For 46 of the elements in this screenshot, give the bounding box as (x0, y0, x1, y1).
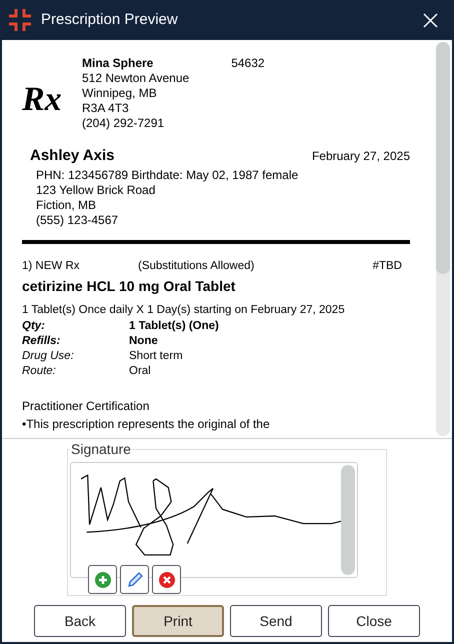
signature-pad[interactable] (70, 462, 358, 578)
window-title: Prescription Preview (41, 10, 178, 30)
patient-detail-line: 123 Yellow Brick Road (36, 182, 156, 198)
certification-text: •This prescription represents the original of the (22, 416, 271, 433)
clear-icon (158, 572, 174, 588)
field-label: Drug Use: (22, 349, 75, 364)
edit-button[interactable] (120, 565, 149, 594)
certification-heading: Practitioner Certification (22, 398, 150, 415)
patient-detail-line: PHN: 123456789 Birthdate: May 02, 1987 female (36, 168, 300, 182)
rx-number: 1) NEW Rx (22, 258, 80, 274)
field-value: None (129, 334, 158, 349)
prescriber-address-line: (204) 292-7291 (82, 116, 166, 131)
field-value: Short term (129, 349, 183, 364)
patient-name: Ashley Axis (30, 146, 114, 166)
field-label: Qty: (22, 319, 46, 334)
prescriber-name: Mina Sphere (82, 56, 154, 71)
patient-detail-line: Fiction, MB (36, 198, 98, 212)
signature-label: Signature (70, 441, 132, 457)
directions: 1 Tablet(s) Once daily X 1 Day(s) starting on February 27, 2025 (22, 302, 346, 318)
dialog-button[interactable]: Send (230, 605, 322, 637)
field-value: Oral (129, 364, 151, 379)
prescriber-address-line: R3A 4T3 (82, 101, 130, 116)
scrollbar[interactable] (436, 42, 450, 436)
plus-icon (94, 572, 110, 588)
drug-name: cetirizine HCL 10 mg Oral Tablet (22, 276, 236, 296)
pad-scrollbar[interactable] (341, 465, 355, 575)
prescriber-address-line: Winnipeg, MB (82, 86, 158, 101)
dialog-button[interactable]: Print (132, 605, 224, 637)
pencil-icon (126, 570, 144, 588)
rx-logo: Rx (22, 80, 63, 120)
scrollbar-thumb[interactable] (436, 42, 450, 274)
field-label: Refills: (22, 334, 62, 349)
prescription-date: February 27, 2025 (312, 148, 410, 165)
add-button[interactable] (88, 565, 117, 594)
prescriber-address-line: 512 Newton Avenue (82, 71, 190, 86)
delete-button[interactable] (152, 565, 181, 594)
prescriber-number: 54632 (231, 56, 265, 72)
substitution-note: (Substitutions Allowed) (138, 258, 254, 274)
field-value: 1 Tablet(s) (One) (129, 319, 219, 334)
patient-detail-line: (555) 123-4567 (36, 212, 120, 228)
close-icon (422, 12, 438, 28)
dialog-button[interactable]: Close (328, 605, 420, 637)
field-label: Route: (22, 364, 57, 379)
rx-id: #TBD (372, 258, 402, 274)
app-logo-icon (9, 9, 31, 31)
dialog-button[interactable]: Back (34, 605, 126, 637)
